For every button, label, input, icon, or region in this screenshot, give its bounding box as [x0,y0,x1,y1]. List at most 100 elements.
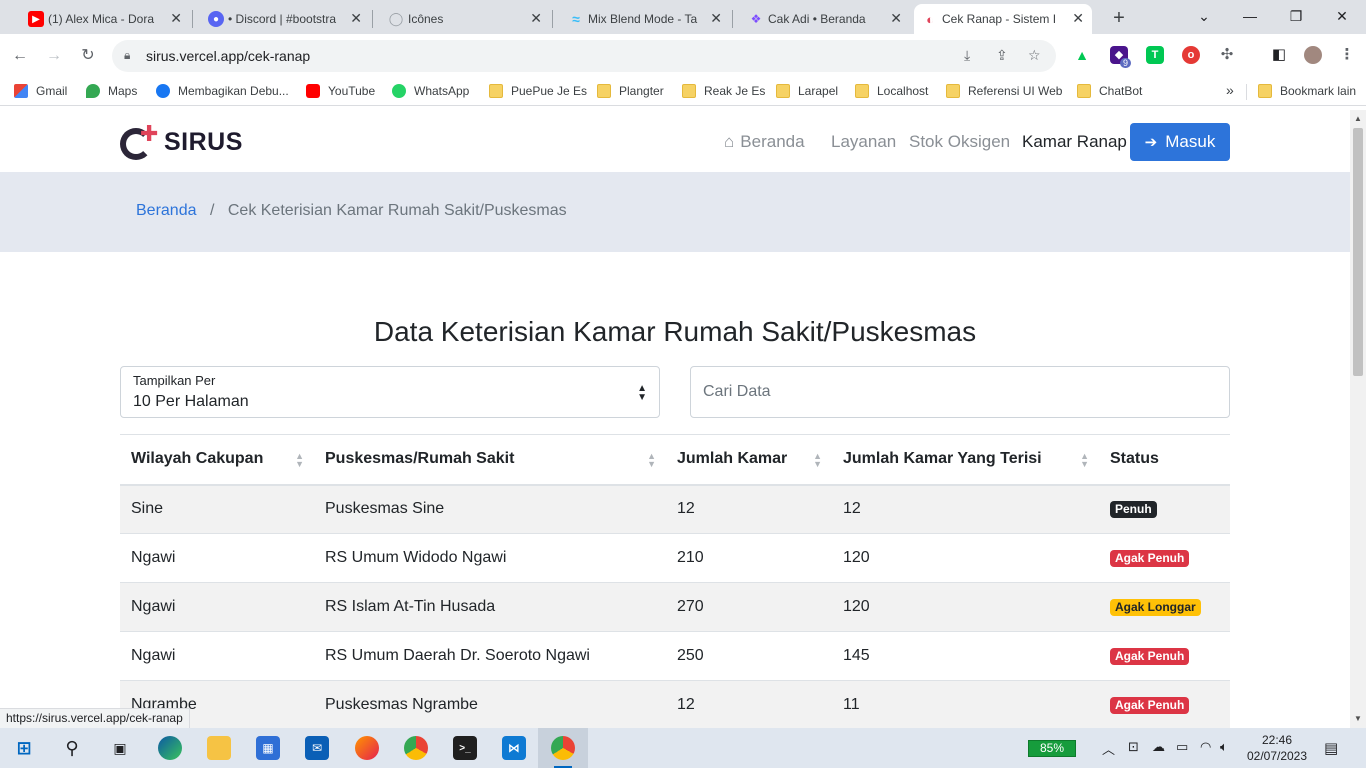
tray-chevron-icon[interactable]: ︿ [1102,739,1115,758]
tab-cek-ranap[interactable]: ◐ Cek Ranap - Sistem I ✕ [914,4,1092,34]
tab-icones[interactable]: ◯ Icônes ✕ [380,4,550,34]
bookmarks-overflow-icon[interactable]: » [1226,82,1234,98]
windows-start-icon[interactable]: ⊞ [12,736,36,760]
close-tab-icon[interactable]: ✕ [530,10,542,27]
close-window-button[interactable]: ✕ [1320,4,1364,28]
battery-indicator[interactable]: 85% [1028,740,1076,757]
mail-icon[interactable]: ✉ [305,736,329,760]
bookmark-label: Localhost [877,84,929,98]
share-icon[interactable]: ⇪ [996,47,1008,64]
edge-icon[interactable] [158,736,182,760]
extensions-puzzle-icon[interactable]: ✣ [1218,46,1236,64]
tab-separator [552,10,553,28]
tab-search-icon[interactable]: ⌄ [1182,4,1226,28]
cell-terisi: 120 [832,582,1099,632]
side-panel-icon[interactable]: ◧ [1270,46,1288,64]
firefox-icon[interactable] [355,736,379,760]
reload-icon[interactable]: ↻ [76,44,100,68]
table-row: Ngawi RS Umum Daerah Dr. Soeroto Ngawi 2… [120,631,1230,681]
chrome-icon[interactable] [404,736,428,760]
tab-discord[interactable]: ● • Discord | #bootstra ✕ [200,4,370,34]
onedrive-icon[interactable]: ☁ [1152,739,1165,755]
bookmark-folder-plangter[interactable]: Plangter [597,84,664,98]
menu-kebab-icon[interactable]: ⋮ [1338,46,1356,64]
extension-badge-count: 9 [1120,58,1132,68]
tab-tailwind[interactable]: ≈ Mix Blend Mode - Ta ✕ [560,4,730,34]
bookmark-folder-larapel[interactable]: Larapel [776,84,838,98]
column-header-wilayah[interactable]: Wilayah Cakupan ▲ ▼ [120,434,314,486]
bookmark-folder-chatbot[interactable]: ChatBot [1077,84,1142,98]
grammar-extension-icon[interactable]: T [1146,46,1164,64]
profile-avatar[interactable] [1304,46,1322,64]
bookmark-folder-other[interactable]: Bookmark lain [1258,84,1356,98]
address-bar[interactable]: 🔒︎ sirus.vercel.app/cek-ranap ⤓ ⇪ ☆ [112,40,1056,72]
task-view-icon[interactable]: ▣ [108,736,132,760]
nav-stok-oksigen[interactable]: Stok Oksigen [909,132,1010,152]
scroll-up-icon[interactable]: ▲ [1354,114,1362,123]
volume-icon[interactable]: 🔈︎ [1220,739,1228,755]
bookmark-folder-reak[interactable]: Reak Je Es [682,84,765,98]
vue-devtools-icon[interactable]: ▲ [1073,46,1091,64]
taskbar-clock[interactable]: 22:46 02/07/2023 [1244,732,1310,764]
bookmark-star-icon[interactable]: ☆ [1028,47,1041,64]
scroll-down-icon[interactable]: ▼ [1354,714,1362,723]
bookmark-label: Gmail [36,84,68,98]
breadcrumb-home-link[interactable]: Beranda [136,202,197,219]
forward-icon[interactable]: → [42,44,66,68]
table-row: Sine Puskesmas Sine 12 12 Penuh [120,484,1230,534]
wifi-icon[interactable]: ◠ [1200,739,1211,755]
cell-status: Agak Penuh [1099,631,1230,681]
nav-kamar-ranap[interactable]: Kamar Ranap [1022,132,1127,152]
url-text[interactable]: sirus.vercel.app/cek-ranap [146,48,310,64]
per-page-select[interactable]: Tampilkan Per 10 Per Halaman ▲ ▼ [120,366,660,418]
minimize-button[interactable]: — [1228,4,1272,28]
tab-youtube[interactable]: ▶ (1) Alex Mica - Dora ✕ [20,4,190,34]
bookmark-folder-referensi[interactable]: Referensi UI Web [946,84,1062,98]
page-scrollbar[interactable]: ▲ ▼ [1350,110,1366,728]
header-label: Status [1110,450,1159,468]
table-row: Ngawi RS Islam At-Tin Husada 270 120 Aga… [120,582,1230,632]
close-tab-icon[interactable]: ✕ [890,10,902,27]
new-tab-button[interactable]: + [1106,6,1132,32]
chrome-profile-icon[interactable] [551,736,575,760]
search-input[interactable] [690,366,1230,418]
cell-faskes: RS Islam At-Tin Husada [314,582,666,632]
microsoft-store-icon[interactable]: ▦ [256,736,280,760]
bookmark-whatsapp[interactable]: WhatsApp [392,84,469,98]
close-tab-icon[interactable]: ✕ [710,10,722,27]
search-icon[interactable]: ⚲ [60,736,84,760]
bookmark-folder-puepue[interactable]: PuePue Je Es [489,84,587,98]
install-icon[interactable]: ⤓ [964,47,970,64]
column-header-jumlah[interactable]: Jumlah Kamar ▲ ▼ [666,434,832,486]
login-button[interactable]: ➔ Masuk [1130,123,1230,161]
column-header-faskes[interactable]: Puskesmas/Rumah Sakit ▲ ▼ [314,434,666,486]
status-badge: Agak Longgar [1110,599,1201,616]
file-explorer-icon[interactable] [207,736,231,760]
bookmark-facebook[interactable]: Membagikan Debu... [156,84,289,98]
nav-beranda[interactable]: ⌂ Beranda [724,132,805,152]
vscode-icon[interactable]: ⋈ [502,736,526,760]
brand-logo[interactable]: ✚ SIRUS [120,121,243,160]
adblock-icon[interactable]: o [1182,46,1200,64]
back-icon[interactable]: ← [8,44,32,68]
notification-icon[interactable]: ▤ [1324,739,1338,757]
tab-cak-adi[interactable]: ❖ Cak Adi • Beranda ✕ [740,4,910,34]
page-viewport: ✚ SIRUS ⌂ Beranda Layanan Stok Oksigen Ka… [0,110,1350,728]
nav-layanan[interactable]: Layanan [831,132,896,152]
close-tab-icon[interactable]: ✕ [350,10,362,27]
bookmark-gmail[interactable]: Gmail [14,84,67,98]
bookmark-label: Plangter [619,84,664,98]
per-page-value: 10 Per Halaman [133,393,249,410]
scrollbar-thumb[interactable] [1353,128,1363,376]
usb-device-icon[interactable]: ⊡ [1128,739,1139,755]
bookmark-folder-localhost[interactable]: Localhost [855,84,928,98]
close-tab-icon[interactable]: ✕ [170,10,182,27]
close-tab-icon[interactable]: ✕ [1072,10,1084,27]
bookmark-maps[interactable]: Maps [86,84,137,98]
lock-icon[interactable]: 🔒︎ [124,48,130,63]
column-header-terisi[interactable]: Jumlah Kamar Yang Terisi ▲ ▼ [832,434,1099,486]
battery-icon[interactable]: ▭ [1176,739,1188,755]
bookmark-youtube[interactable]: YouTube [306,84,375,98]
maximize-button[interactable]: ❐ [1274,4,1318,28]
terminal-icon[interactable]: >_ [453,736,477,760]
